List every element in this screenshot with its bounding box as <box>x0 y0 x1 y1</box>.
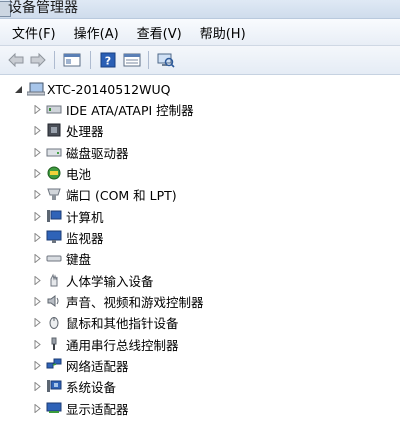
computer-icon <box>46 209 62 223</box>
toolbar-separator <box>90 51 91 69</box>
tree-item-label: 端口 (COM 和 LPT) <box>66 187 177 203</box>
computer-icon <box>26 82 46 96</box>
expand-arrow-icon[interactable] <box>33 360 42 370</box>
tree-item-label: 人体学输入设备 <box>66 273 154 289</box>
help-button[interactable]: ? <box>98 51 118 69</box>
tree-item[interactable]: 端口 (COM 和 LPT) <box>33 184 177 204</box>
tree-item-label: 磁盘驱动器 <box>66 145 129 161</box>
toolbar-separator <box>148 51 149 69</box>
expand-arrow-icon[interactable] <box>33 168 42 178</box>
computer-name: XTC-20140512WUQ <box>47 81 171 97</box>
tree-item[interactable]: 显示适配器 <box>33 398 129 418</box>
processor-icon <box>46 123 62 137</box>
tree-item[interactable]: 系统设备 <box>33 376 116 396</box>
svg-text:?: ? <box>105 55 111 68</box>
expand-arrow-icon[interactable] <box>33 232 42 242</box>
keyboard-icon <box>46 251 62 265</box>
tree-item[interactable]: 计算机 <box>33 206 104 226</box>
disk-drive-icon <box>46 145 62 159</box>
usb-icon <box>46 337 62 351</box>
tree-item[interactable]: 声音、视频和游戏控制器 <box>33 291 204 311</box>
toolbar: ? <box>0 46 400 75</box>
menu-help[interactable]: 帮助(H) <box>194 23 252 42</box>
tree-item-label: 网络适配器 <box>66 358 129 374</box>
tree-item-label: 监视器 <box>66 230 104 246</box>
scan-hardware-icon <box>157 53 175 68</box>
tree-item-label: 计算机 <box>66 209 104 225</box>
tree-item[interactable]: 监视器 <box>33 227 104 247</box>
expand-arrow-icon[interactable] <box>33 211 42 221</box>
tree-item-label: 电池 <box>66 166 92 182</box>
battery-icon <box>46 166 62 180</box>
menu-bar: 文件(F) 操作(A) 查看(V) 帮助(H) <box>0 19 400 46</box>
collapse-arrow-icon[interactable] <box>14 85 23 94</box>
expand-arrow-icon[interactable] <box>33 339 42 349</box>
expand-arrow-icon[interactable] <box>33 275 42 285</box>
window-title: 设备管理器 <box>8 0 78 16</box>
hid-icon <box>46 273 62 287</box>
title-bar: 设备管理器 <box>0 0 400 19</box>
list-view-icon <box>123 53 141 67</box>
expand-arrow-icon[interactable] <box>33 253 42 263</box>
expand-arrow-icon[interactable] <box>33 104 42 114</box>
expand-arrow-icon[interactable] <box>33 403 42 413</box>
toolbar-separator <box>54 51 55 69</box>
tree-item[interactable]: 鼠标和其他指针设备 <box>33 312 179 332</box>
mouse-icon <box>46 315 62 329</box>
tree-item[interactable]: 网络适配器 <box>33 355 129 375</box>
sound-icon <box>46 294 62 308</box>
ide-controller-icon <box>46 102 62 116</box>
scan-hardware-button[interactable] <box>156 51 176 69</box>
properties-pane-icon <box>63 53 81 67</box>
tree-item-label: 处理器 <box>66 123 104 139</box>
expand-arrow-icon[interactable] <box>33 189 42 199</box>
tree-item-label: 显示适配器 <box>66 401 129 417</box>
tree-item[interactable]: 电池 <box>33 163 91 183</box>
tree-item-label: 鼠标和其他指针设备 <box>66 315 179 331</box>
tree-item[interactable]: 通用串行总线控制器 <box>33 334 179 354</box>
display-adapter-icon <box>46 401 62 415</box>
tree-item-label: 键盘 <box>66 251 92 267</box>
monitor-icon <box>46 230 62 244</box>
menu-file[interactable]: 文件(F) <box>6 23 62 42</box>
port-icon <box>46 187 62 201</box>
system-device-icon <box>46 379 62 393</box>
tree-item[interactable]: 处理器 <box>33 120 104 140</box>
expand-arrow-icon[interactable] <box>33 125 42 135</box>
tree-item-label: 声音、视频和游戏控制器 <box>66 294 204 310</box>
help-icon: ? <box>100 52 116 68</box>
expand-arrow-icon[interactable] <box>33 147 42 157</box>
forward-button[interactable] <box>28 51 48 69</box>
network-icon <box>46 358 62 372</box>
tree-item[interactable]: IDE ATA/ATAPI 控制器 <box>33 99 194 119</box>
menu-action[interactable]: 操作(A) <box>68 23 125 42</box>
tree-item[interactable]: 键盘 <box>33 248 91 268</box>
menu-view[interactable]: 查看(V) <box>131 23 188 42</box>
tree-item-label: IDE ATA/ATAPI 控制器 <box>66 102 194 118</box>
expand-arrow-icon[interactable] <box>33 317 42 327</box>
back-icon <box>8 53 24 67</box>
tree-item[interactable]: 磁盘驱动器 <box>33 142 129 162</box>
expand-arrow-icon[interactable] <box>33 381 42 391</box>
forward-icon <box>30 53 46 67</box>
show-hide-console-button[interactable] <box>62 51 82 69</box>
tree-root[interactable]: XTC-20140512WUQ <box>14 79 170 99</box>
device-tree: XTC-20140512WUQ IDE ATA/ATAPI 控制器 处理器 磁盘… <box>0 75 400 426</box>
tree-item-label: 通用串行总线控制器 <box>66 337 179 353</box>
back-button[interactable] <box>6 51 26 69</box>
expand-arrow-icon[interactable] <box>33 296 42 306</box>
list-view-button[interactable] <box>122 51 142 69</box>
tree-item-label: 系统设备 <box>66 379 117 395</box>
tree-item[interactable]: 人体学输入设备 <box>33 270 154 290</box>
